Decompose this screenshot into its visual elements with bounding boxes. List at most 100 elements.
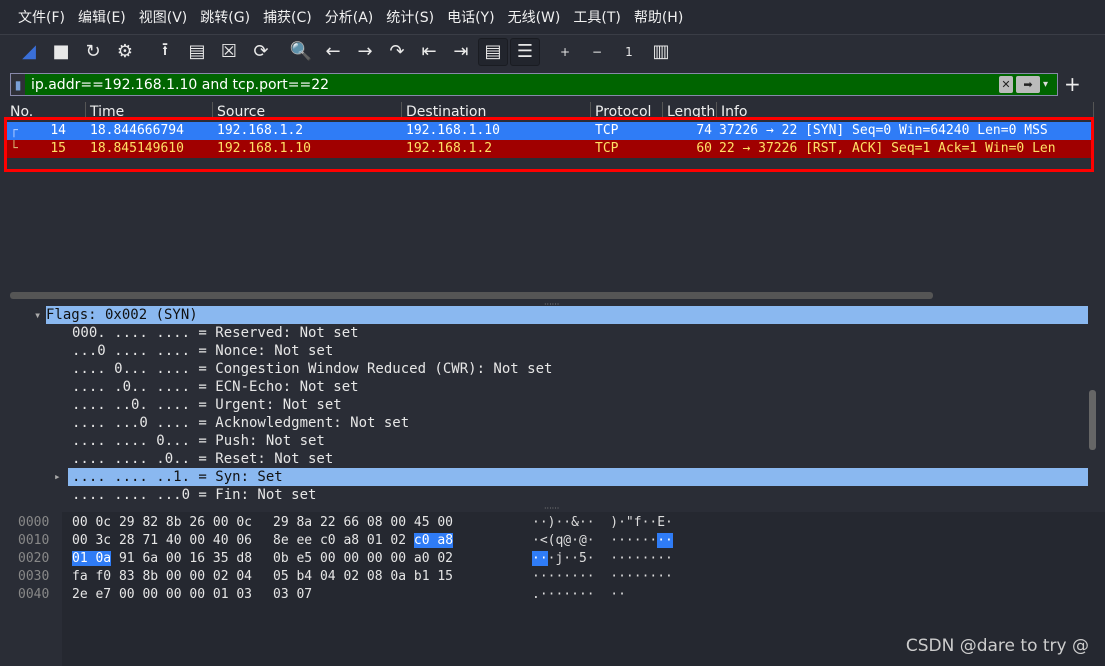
hex-bytes-b[interactable]: 8e ee c0 a8 01 02 c0 a8 (273, 532, 454, 550)
packet-src: 192.168.1.10 (217, 141, 311, 156)
zoom-in-icon[interactable]: + (550, 38, 580, 66)
add-filter-button[interactable]: + (1064, 72, 1081, 96)
detail-line[interactable]: .... .0.. .... = ECN-Echo: Not set (68, 378, 1088, 396)
hex-bytes-a[interactable]: 01 0a 91 6a 00 16 35 d8 (72, 550, 252, 568)
column-header-time[interactable]: Time (86, 102, 213, 120)
horizontal-scrollbar[interactable] (10, 292, 933, 299)
packet-row[interactable]: ┌ 14 18.844666794 192.168.1.2 192.168.1.10 TC… (6, 122, 1094, 140)
file-icon[interactable]: ▤ (182, 38, 212, 66)
hex-bytes-b[interactable]: 29 8a 22 66 08 00 45 00 (273, 514, 453, 532)
menu-item[interactable]: 帮助(H) (634, 7, 683, 27)
detail-line[interactable]: .... .... .0.. = Reset: Not set (68, 450, 1088, 468)
hex-ascii[interactable]: ··)··&·· )·"f··E· (532, 514, 673, 532)
hex-ascii[interactable]: ·<(q@·@· ········ (532, 532, 673, 550)
goto-packet-icon[interactable]: ↷ (382, 38, 412, 66)
detail-line[interactable]: .... ...0 .... = Acknowledgment: Not set (68, 414, 1088, 432)
column-header-info[interactable]: Info (717, 102, 1094, 120)
back-arrow-icon[interactable]: ← (318, 38, 348, 66)
menu-item[interactable]: 文件(F) (18, 7, 65, 27)
hex-bytes-b[interactable]: 05 b4 04 02 08 0a b1 15 (273, 568, 453, 586)
clear-filter-icon[interactable]: ✕ (999, 76, 1013, 93)
vertical-scrollbar[interactable] (1089, 390, 1096, 450)
gear-options-icon[interactable]: ⚙ (110, 38, 140, 66)
ascii-text: ·j··5· ········ (547, 551, 673, 566)
menu-item[interactable]: 视图(V) (139, 7, 188, 27)
hex-ascii[interactable]: ········ ········ (532, 568, 673, 586)
packet-row[interactable]: └ 15 18.845149610 192.168.1.10 192.168.1.2 TC… (6, 140, 1094, 158)
hex-ascii[interactable]: .······· ·· (532, 586, 626, 604)
packet-proto: TCP (595, 123, 619, 138)
detail-text: .... ...0 .... = Acknowledgment: Not set (72, 415, 410, 431)
column-header-length[interactable]: Length (663, 102, 717, 120)
last-packet-icon[interactable]: ⇥ (446, 38, 476, 66)
detail-line[interactable]: .... .... ..1. = Syn: Set (68, 468, 1088, 486)
menu-item[interactable]: 捕获(C) (263, 7, 312, 27)
normal-size-icon[interactable]: 1 (614, 38, 644, 66)
detail-line[interactable]: .... ..0. .... = Urgent: Not set (68, 396, 1088, 414)
packet-len: 60 (696, 141, 712, 156)
close-file-icon[interactable]: ☒ (214, 38, 244, 66)
hex-bytes-a[interactable]: fa f0 83 8b 00 00 02 04 (72, 568, 252, 586)
first-packet-icon[interactable]: ⇤ (414, 38, 444, 66)
detail-line[interactable]: ...0 .... .... = Nonce: Not set (68, 342, 1088, 360)
autoscroll-icon[interactable]: ▤ (478, 37, 508, 66)
column-header-source[interactable]: Source (213, 102, 402, 120)
menu-item[interactable]: 统计(S) (386, 7, 434, 27)
colorize-icon[interactable]: ☰ (510, 37, 540, 66)
hex-bytes-a[interactable]: 00 0c 29 82 8b 26 00 0c (72, 514, 252, 532)
menu-item[interactable]: 电话(Y) (447, 7, 494, 27)
open-upload-icon[interactable]: ⭱ (150, 38, 180, 66)
detail-line[interactable]: Flags: 0x002 (SYN) (46, 306, 1088, 324)
detail-line[interactable]: 000. .... .... = Reserved: Not set (68, 324, 1088, 342)
detail-line[interactable]: .... .... ...0 = Fin: Not set (68, 486, 1088, 504)
apply-filter-icon[interactable]: ➡ (1016, 76, 1040, 93)
bookmark-icon[interactable]: ▮ (11, 74, 25, 95)
hex-ascii[interactable]: ···j··5· ········ (532, 550, 673, 568)
hex-bytes-b[interactable]: 0b e5 00 00 00 00 a0 02 (273, 550, 453, 568)
forward-arrow-icon[interactable]: → (350, 38, 380, 66)
hex-bytes-a[interactable]: 00 3c 28 71 40 00 40 06 (72, 532, 252, 550)
hex-bytes-b[interactable]: 03 07 (273, 586, 312, 604)
menu-item[interactable]: 分析(A) (325, 7, 374, 27)
menu-item[interactable]: 无线(W) (508, 7, 561, 27)
resize-columns-icon[interactable]: ▥ (646, 38, 676, 66)
hex-offset: 0030 (18, 569, 50, 584)
expand-arrow-icon[interactable]: ▸ (54, 468, 61, 486)
detail-line[interactable]: .... 0... .... = Congestion Window Reduc… (68, 360, 1088, 378)
stop-icon[interactable]: ■ (46, 38, 76, 66)
display-filter-input[interactable] (25, 76, 999, 93)
detail-line[interactable]: .... .... 0... = Push: Not set (68, 432, 1088, 450)
hex-highlight: c0 a8 (413, 533, 454, 548)
reload-icon[interactable]: ⟳ (246, 38, 276, 66)
main-toolbar: ◢ ■ ↻ ⚙ ⭱ ▤ ☒ ⟳ 🔍 ← → ↷ ⇤ ⇥ ▤ ☰ + −1 ▥ (0, 34, 1105, 68)
detail-text: .... .0.. .... = ECN-Echo: Not set (72, 379, 359, 395)
watermark: CSDN @dare to try @ (905, 636, 1089, 656)
packet-info: 37226 → 22 [SYN] Seq=0 Win=64240 Len=0 M… (719, 123, 1048, 138)
hex-bytes-a[interactable]: 2e e7 00 00 00 00 01 03 (72, 586, 252, 604)
column-header-no[interactable]: No. (6, 102, 86, 120)
detail-text: .... .... 0... = Push: Not set (72, 433, 325, 449)
conversation-bracket: └ (10, 141, 18, 156)
restart-icon[interactable]: ↻ (78, 38, 108, 66)
packet-time: 18.844666794 (90, 123, 184, 138)
filter-dropdown-icon[interactable]: ▾ (1043, 79, 1057, 90)
hex-offset: 0010 (18, 533, 50, 548)
ascii-text: ·<(q@·@· ······ (532, 533, 658, 548)
hex-rest: 8e ee c0 a8 01 02 (273, 533, 414, 548)
ascii-text: ········ ········ (532, 569, 673, 584)
expand-arrow-icon[interactable]: ▾ (34, 306, 41, 324)
zoom-out-icon[interactable]: − (582, 38, 612, 66)
menu-item[interactable]: 编辑(E) (78, 7, 126, 27)
column-header-protocol[interactable]: Protocol (591, 102, 663, 120)
packet-list: No. Time Source Destination Protocol Length In… (6, 102, 1094, 292)
packet-no: 14 (50, 123, 66, 138)
shark-fin-start-icon[interactable]: ◢ (14, 38, 44, 66)
detail-text: .... .... .0.. = Reset: Not set (72, 451, 334, 467)
column-header-destination[interactable]: Destination (402, 102, 591, 120)
display-filter-bar: ▮ ✕ ➡ ▾ (10, 73, 1058, 96)
menu-item[interactable]: 工具(T) (573, 7, 620, 27)
search-icon[interactable]: 🔍 (286, 38, 316, 66)
hex-rest: 91 6a 00 16 35 d8 (111, 551, 253, 566)
detail-text: .... ..0. .... = Urgent: Not set (72, 397, 342, 413)
menu-item[interactable]: 跳转(G) (200, 7, 250, 27)
